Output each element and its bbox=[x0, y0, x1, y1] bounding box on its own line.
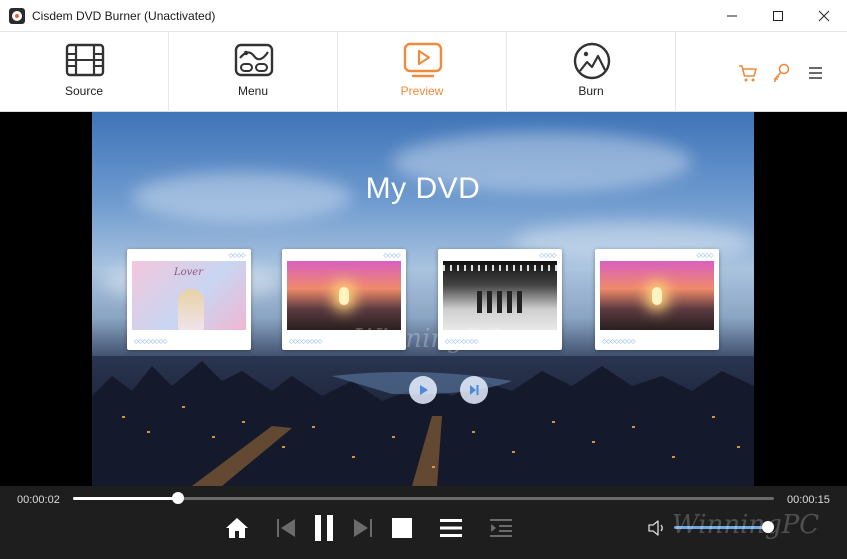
tab-source[interactable]: Source bbox=[0, 32, 169, 112]
disc-burn-icon bbox=[573, 42, 611, 80]
menu-next-button[interactable] bbox=[460, 376, 488, 404]
next-icon bbox=[354, 519, 372, 537]
main-toolbar: Source Menu Preview Burn bbox=[0, 32, 847, 112]
preview-play-icon bbox=[403, 42, 443, 78]
performers bbox=[477, 291, 523, 313]
close-icon bbox=[818, 10, 830, 21]
app-logo-icon bbox=[9, 8, 25, 24]
previous-icon bbox=[277, 519, 295, 537]
window-title: Cisdem DVD Burner (Unactivated) bbox=[32, 9, 216, 23]
film-strip-icon bbox=[65, 43, 105, 77]
light-glow bbox=[652, 287, 662, 305]
volume-icon bbox=[648, 520, 663, 536]
dvd-menu-stage[interactable]: My DVD ◇◇◇◇ Lover ◇◇◇◇◇◇◇◇ ◇◇◇◇ ◇◇◇◇◇◇◇◇… bbox=[92, 112, 754, 486]
light-glow bbox=[339, 287, 349, 305]
tab-burn[interactable]: Burn bbox=[507, 32, 676, 112]
stage-lights bbox=[443, 265, 557, 271]
progress-fill bbox=[73, 497, 179, 500]
volume-button[interactable] bbox=[646, 514, 668, 542]
chapter-thumbnail-1[interactable]: ◇◇◇◇ Lover ◇◇◇◇◇◇◇◇ bbox=[127, 249, 251, 350]
city-skyline-image bbox=[92, 356, 754, 486]
thumbnail-image bbox=[443, 261, 557, 330]
close-button[interactable] bbox=[801, 0, 847, 31]
decorative-dots: ◇◇◇◇ bbox=[696, 253, 714, 259]
home-button[interactable] bbox=[223, 514, 251, 542]
chapter-thumbnail-4[interactable]: ◇◇◇◇ ◇◇◇◇◇◇◇◇ bbox=[595, 249, 719, 350]
player-controls: 00:00:02 00:00:15 WinningPC bbox=[0, 486, 847, 559]
menu-template-icon bbox=[234, 43, 274, 77]
tab-menu[interactable]: Menu bbox=[169, 32, 338, 112]
minimize-icon bbox=[727, 15, 737, 16]
tab-label: Burn bbox=[578, 84, 604, 98]
thumbnail-image bbox=[287, 261, 401, 330]
home-icon bbox=[226, 518, 248, 538]
preview-area: My DVD ◇◇◇◇ Lover ◇◇◇◇◇◇◇◇ ◇◇◇◇ ◇◇◇◇◇◇◇◇… bbox=[0, 112, 847, 486]
pause-icon bbox=[315, 515, 333, 541]
hamburger-menu-icon[interactable] bbox=[805, 62, 827, 84]
tab-label: Menu bbox=[237, 84, 269, 98]
current-time: 00:00:02 bbox=[17, 494, 60, 506]
tab-label: Preview bbox=[400, 84, 444, 98]
thumbnail-caption: Lover bbox=[174, 267, 204, 278]
tab-preview[interactable]: Preview bbox=[338, 32, 507, 112]
decorative-dots: ◇◇◇◇◇◇◇◇ bbox=[289, 339, 322, 345]
total-time: 00:00:15 bbox=[787, 494, 830, 506]
pause-button[interactable] bbox=[310, 514, 338, 542]
decorative-dots: ◇◇◇◇◇◇◇◇ bbox=[134, 339, 167, 345]
stop-button[interactable] bbox=[388, 514, 416, 542]
decorative-dots: ◇◇◇◇ bbox=[539, 253, 557, 259]
key-icon[interactable] bbox=[771, 62, 793, 84]
next-button[interactable] bbox=[349, 514, 377, 542]
title-bar: Cisdem DVD Burner (Unactivated) bbox=[0, 0, 847, 32]
watermark-text: WinningPC bbox=[354, 324, 502, 354]
thumbnail-image: Lover bbox=[132, 261, 246, 330]
maximize-icon bbox=[773, 10, 783, 21]
menu-play-button[interactable] bbox=[409, 376, 437, 404]
decorative-dots: ◇◇◇◇◇◇◇◇ bbox=[602, 339, 635, 345]
playlist-icon bbox=[440, 519, 462, 537]
chapter-button[interactable] bbox=[487, 514, 515, 542]
tab-label: Source bbox=[64, 84, 104, 98]
play-icon bbox=[420, 385, 428, 395]
chapter-icon bbox=[490, 519, 512, 537]
previous-button[interactable] bbox=[272, 514, 300, 542]
playlist-button[interactable] bbox=[437, 514, 465, 542]
progress-handle[interactable] bbox=[172, 492, 185, 504]
decorative-dots: ◇◇◇◇ bbox=[383, 253, 401, 259]
stop-icon bbox=[392, 518, 412, 538]
next-chapter-icon bbox=[470, 385, 479, 395]
thumbnail-image bbox=[600, 261, 714, 330]
figure-shape bbox=[178, 289, 204, 330]
dvd-menu-title: My DVD bbox=[365, 172, 481, 205]
watermark-text: WinningPC bbox=[672, 510, 820, 540]
decorative-dots: ◇◇◇◇ bbox=[228, 253, 246, 259]
cart-icon[interactable] bbox=[737, 62, 759, 84]
maximize-button[interactable] bbox=[755, 0, 801, 31]
minimize-button[interactable] bbox=[709, 0, 755, 31]
